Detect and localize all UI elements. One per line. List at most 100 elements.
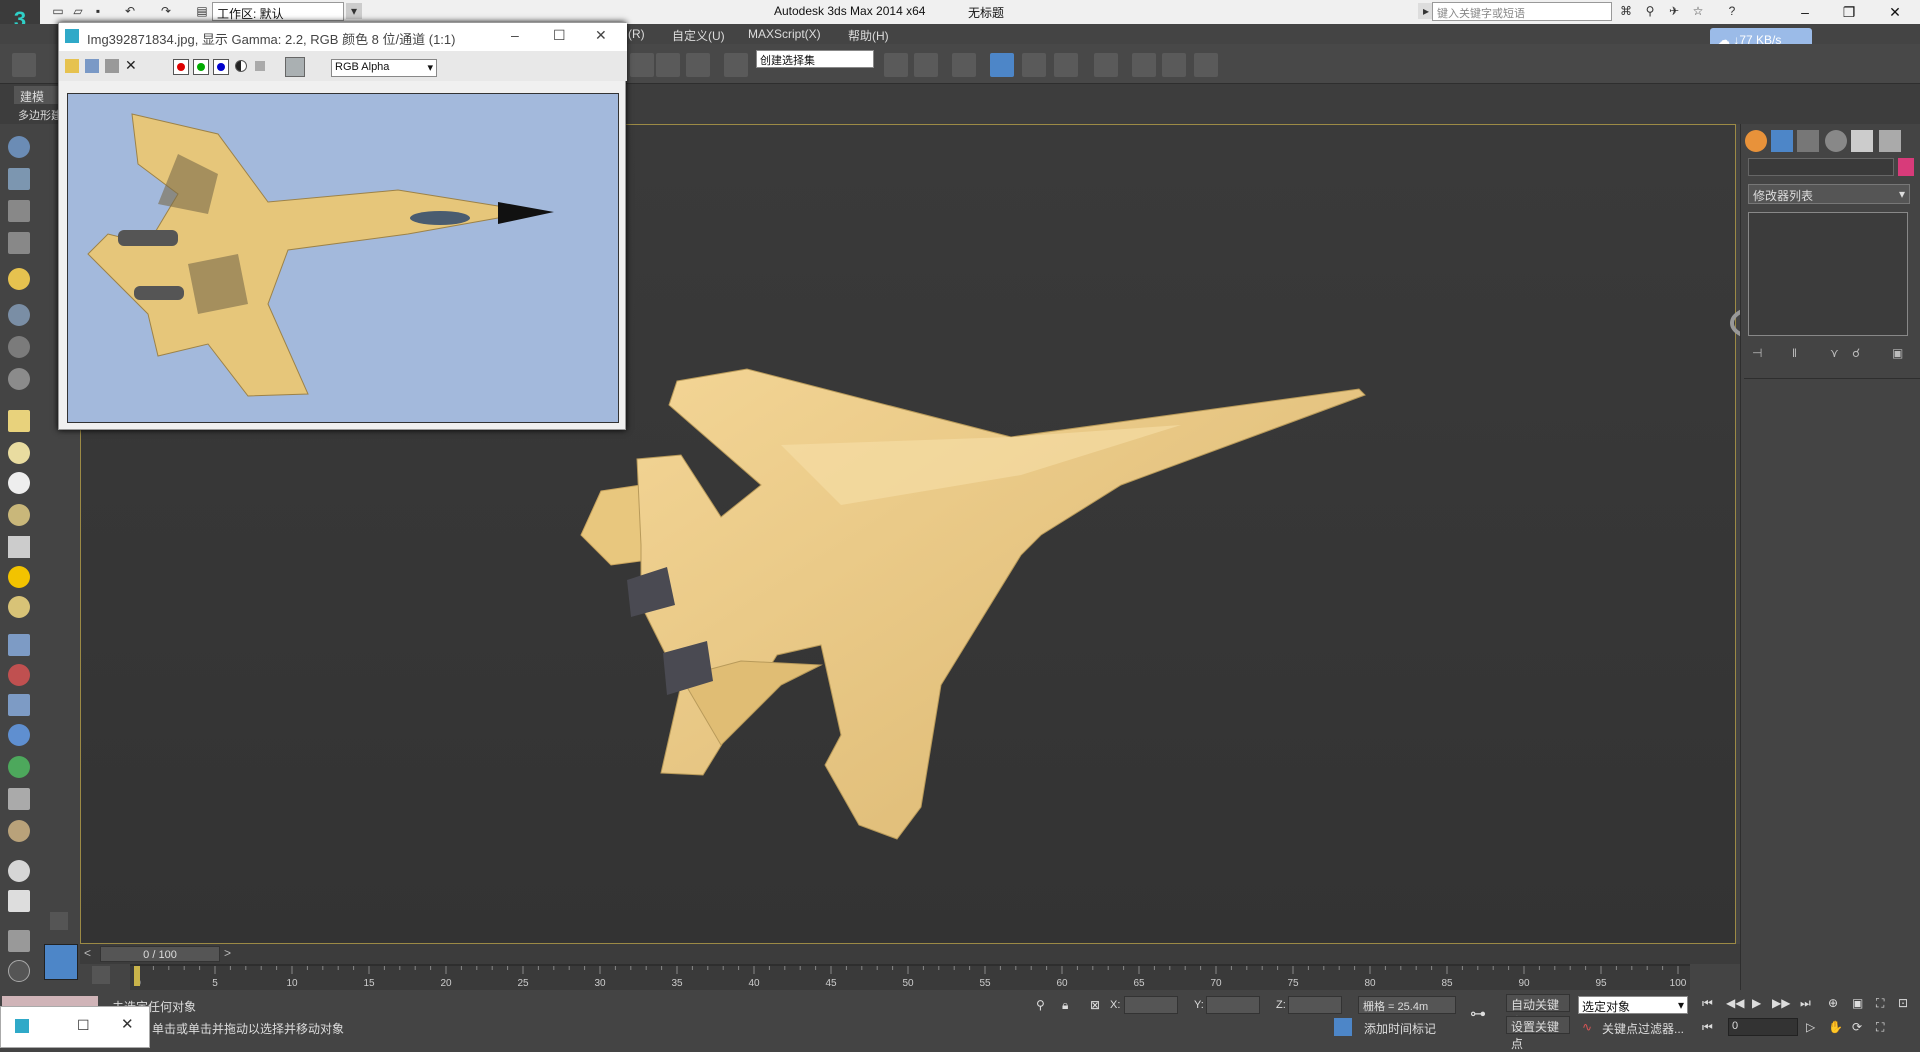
track-bar-toggle-icon[interactable] bbox=[92, 966, 110, 984]
modifier-list-dropdown[interactable]: 修改器列表 ▾ bbox=[1748, 184, 1910, 204]
menu-help[interactable]: 帮助(H) bbox=[848, 27, 889, 44]
grass-icon[interactable] bbox=[8, 756, 30, 778]
open-file-icon[interactable]: ▱ bbox=[70, 3, 86, 19]
panel-icon[interactable] bbox=[8, 200, 30, 222]
film-icon[interactable] bbox=[8, 368, 30, 390]
hair-icon[interactable] bbox=[8, 788, 30, 810]
taskbar-thumbnail[interactable]: ☐ ✕ bbox=[0, 1006, 150, 1048]
scene-explorer-icon[interactable] bbox=[990, 53, 1014, 77]
grid-icon[interactable] bbox=[8, 232, 30, 254]
thumbnail-close-icon[interactable]: ✕ bbox=[121, 1015, 134, 1033]
cone-icon[interactable] bbox=[8, 536, 30, 558]
play-icon[interactable]: ▶ bbox=[1752, 996, 1761, 1010]
go-to-end-icon[interactable]: ⏭ bbox=[1800, 996, 1811, 1011]
angle-snap-icon[interactable] bbox=[630, 53, 654, 77]
time-tag-icon[interactable] bbox=[1334, 1018, 1352, 1036]
show-end-result-icon[interactable]: ‖ bbox=[1792, 346, 1797, 360]
workspace-dropdown[interactable]: 工作区: 默认 bbox=[212, 2, 344, 21]
table-icon[interactable] bbox=[8, 890, 30, 912]
isolate-icon[interactable]: ⚲ bbox=[1036, 998, 1045, 1012]
teapot-icon[interactable] bbox=[8, 136, 30, 158]
object-color-swatch[interactable] bbox=[1898, 158, 1914, 176]
torus-icon[interactable] bbox=[8, 472, 30, 494]
link-icon[interactable] bbox=[12, 53, 36, 77]
search-input[interactable]: 键入关键字或短语 bbox=[1432, 2, 1612, 21]
prev-frame-arrow-icon[interactable]: < bbox=[84, 946, 91, 960]
zoom-extents-icon[interactable]: ▣ bbox=[1852, 996, 1863, 1010]
key-icon[interactable]: ⚲ bbox=[1642, 3, 1658, 19]
curve-editor-icon[interactable] bbox=[1022, 53, 1046, 77]
close-button[interactable]: ✕ bbox=[1880, 2, 1910, 22]
teapot-primitive-icon[interactable] bbox=[8, 504, 30, 526]
lock-selection-icon[interactable]: 🔒︎ bbox=[1062, 998, 1068, 1013]
stack-icon[interactable] bbox=[8, 930, 30, 952]
blue-channel-toggle[interactable] bbox=[213, 59, 229, 75]
key-mode-icon[interactable]: ⊕ bbox=[1828, 996, 1838, 1010]
red-channel-toggle[interactable] bbox=[173, 59, 189, 75]
sphere-icon[interactable] bbox=[8, 596, 30, 618]
align-icon[interactable] bbox=[914, 53, 938, 77]
track-bar[interactable]: 0510152025303540455055606570758085909510… bbox=[130, 964, 1690, 990]
new-file-icon[interactable]: ▭ bbox=[50, 3, 66, 19]
utilities-tab-icon[interactable] bbox=[1879, 130, 1901, 152]
communication-icon[interactable]: ✈ bbox=[1666, 3, 1682, 19]
layer-manager-icon[interactable] bbox=[952, 53, 976, 77]
remove-modifier-icon[interactable]: ☌ bbox=[1852, 346, 1860, 360]
display-tab-icon[interactable] bbox=[1851, 130, 1873, 152]
print-icon[interactable] bbox=[105, 59, 119, 73]
modify-tab-icon[interactable] bbox=[1771, 130, 1793, 152]
menu-maxscript[interactable]: MAXScript(X) bbox=[748, 27, 821, 41]
next-key-icon[interactable]: ▶▶ bbox=[1772, 996, 1790, 1010]
zoom-extents-all-icon[interactable]: ⊡ bbox=[1898, 996, 1908, 1010]
gear-move-icon[interactable] bbox=[8, 304, 30, 326]
undo-icon[interactable]: ↶ bbox=[122, 3, 138, 19]
edit-named-sel-icon[interactable] bbox=[724, 53, 748, 77]
minimize-button[interactable]: – bbox=[1790, 2, 1820, 22]
save-image-icon[interactable] bbox=[65, 59, 79, 73]
image-close-button[interactable]: ✕ bbox=[595, 27, 607, 44]
image-maximize-button[interactable]: ☐ bbox=[553, 27, 566, 44]
y-coordinate-field[interactable] bbox=[1206, 996, 1260, 1014]
object-name-field[interactable] bbox=[1748, 158, 1894, 176]
sun-icon[interactable] bbox=[8, 566, 30, 588]
color-swatch[interactable] bbox=[285, 57, 305, 77]
atom-icon[interactable] bbox=[8, 724, 30, 746]
bone-icon[interactable] bbox=[8, 694, 30, 716]
channel-dropdown[interactable]: RGB Alpha ▾ bbox=[331, 59, 437, 77]
camera-icon[interactable] bbox=[8, 336, 30, 358]
key-filters-button[interactable]: 关键点过滤器... bbox=[1602, 1020, 1684, 1037]
modifier-stack[interactable] bbox=[1748, 212, 1908, 336]
green-channel-toggle[interactable] bbox=[193, 59, 209, 75]
alpha-toggle-icon[interactable] bbox=[235, 60, 247, 72]
motion-tab-icon[interactable] bbox=[1825, 130, 1847, 152]
schematic-view-icon[interactable] bbox=[1054, 53, 1078, 77]
pan-icon[interactable]: ✋ bbox=[1828, 1020, 1843, 1034]
expand-viewport-icon[interactable] bbox=[50, 912, 68, 930]
current-frame-field[interactable]: 0 bbox=[1728, 1018, 1798, 1036]
binoculars-icon[interactable]: ⌘ bbox=[1618, 3, 1634, 19]
question-icon[interactable] bbox=[8, 960, 30, 982]
previous-key-icon[interactable]: ◀◀ bbox=[1726, 996, 1744, 1010]
time-config-icon[interactable]: ⏮ bbox=[1702, 1020, 1713, 1035]
field-of-view-icon[interactable]: ▷ bbox=[1806, 1020, 1815, 1034]
project-folder-icon[interactable]: ▤ bbox=[194, 3, 210, 19]
render-teapot-icon[interactable] bbox=[1194, 53, 1218, 77]
favorites-icon[interactable]: ☆ bbox=[1690, 3, 1706, 19]
current-frame-marker[interactable] bbox=[134, 966, 140, 986]
menu-customize[interactable]: 自定义(U) bbox=[672, 27, 725, 44]
dots-icon[interactable] bbox=[8, 664, 30, 686]
redo-icon[interactable]: ↷ bbox=[158, 3, 174, 19]
z-coordinate-field[interactable] bbox=[1288, 996, 1342, 1014]
material-ball-icon[interactable] bbox=[8, 860, 30, 882]
light-bulb-icon[interactable] bbox=[8, 268, 30, 290]
make-unique-icon[interactable]: ⋎ bbox=[1830, 346, 1839, 360]
key-selection-dropdown[interactable]: 选定对象 ▾ bbox=[1578, 996, 1688, 1014]
clone-window-icon[interactable] bbox=[85, 59, 99, 73]
menu-rendering[interactable]: (R) bbox=[628, 27, 645, 41]
mini-curve-editor-button[interactable] bbox=[44, 944, 78, 980]
transform-mode-icon[interactable]: ⊠ bbox=[1090, 998, 1100, 1012]
create-tab-icon[interactable] bbox=[1745, 130, 1767, 152]
render-setup-icon[interactable] bbox=[1132, 53, 1156, 77]
save-icon[interactable]: ▪ bbox=[90, 3, 106, 19]
material-editor-icon[interactable] bbox=[1094, 53, 1118, 77]
